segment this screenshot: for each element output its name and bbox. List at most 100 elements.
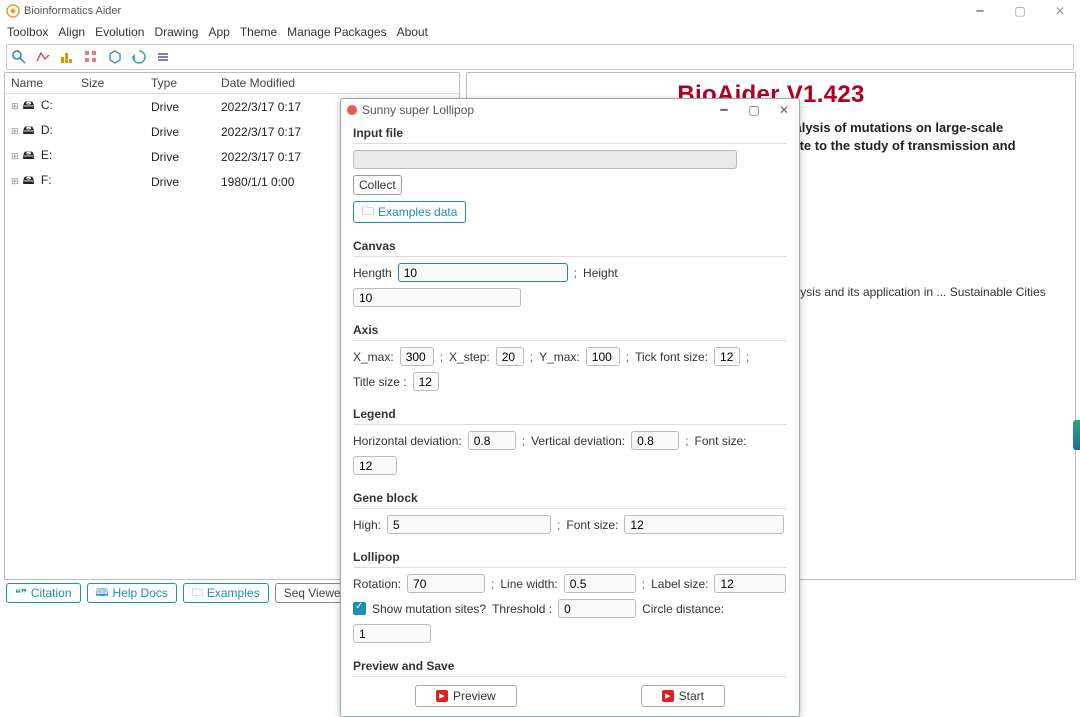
legend-font-input[interactable]	[353, 456, 397, 475]
examples-button[interactable]: 🗀Examples	[183, 583, 269, 603]
height-label: Height	[583, 266, 618, 280]
menu-app[interactable]: App	[205, 24, 232, 40]
menu-align[interactable]: Align	[55, 24, 88, 40]
titlesize-label: Title size :	[353, 375, 407, 389]
dialog-dot-icon	[347, 105, 357, 115]
show-mutation-label: Show mutation sites?	[372, 602, 486, 616]
dialog-maximize-button[interactable]: ▢	[739, 99, 769, 121]
dialog-titlebar[interactable]: Sunny super Lollipop ━ ▢ ✕	[341, 99, 799, 121]
xstep-input[interactable]	[496, 347, 524, 366]
threshold-input[interactable]	[558, 599, 636, 618]
hdev-input[interactable]	[468, 431, 516, 450]
threshold-label: Threshold :	[492, 602, 552, 616]
col-date[interactable]: Date Modified	[215, 73, 459, 94]
book-icon: 🕮	[96, 584, 109, 603]
height-input[interactable]	[353, 288, 521, 307]
gene-font-label: Font size:	[566, 518, 618, 532]
dialog-close-button[interactable]: ✕	[769, 99, 799, 121]
app-title: Bioinformatics Aider	[24, 5, 121, 17]
menu-toolbox[interactable]: Toolbox	[4, 24, 51, 40]
vdev-label: Vertical deviation:	[531, 434, 625, 448]
preview-button[interactable]: Preview	[415, 685, 517, 707]
gene-high-input[interactable]	[387, 515, 551, 534]
play-icon	[436, 690, 448, 702]
titlebar: Bioinformatics Aider	[0, 0, 1080, 22]
titlesize-input[interactable]	[413, 372, 439, 391]
rotation-input[interactable]	[407, 574, 485, 593]
lollipop-section-title: Lollipop	[353, 550, 787, 568]
start-button[interactable]: Start	[641, 685, 725, 707]
input-file-field[interactable]	[353, 150, 737, 169]
toolbar-icon-5[interactable]	[105, 47, 125, 67]
menubar: Toolbox Align Evolution Drawing App Them…	[0, 22, 1080, 42]
dialog-title: Sunny super Lollipop	[362, 103, 474, 117]
tickfont-input[interactable]	[714, 347, 740, 366]
close-button[interactable]: ✕	[1040, 0, 1080, 22]
toolbar-icon-4[interactable]	[81, 47, 101, 67]
menu-evolution[interactable]: Evolution	[92, 24, 147, 40]
play-icon	[662, 690, 674, 702]
side-handle[interactable]	[1073, 420, 1080, 450]
rotation-label: Rotation:	[353, 577, 401, 591]
helpdocs-label: Help Docs	[113, 586, 168, 600]
xmax-input[interactable]	[400, 347, 434, 366]
gene-section-title: Gene block	[353, 491, 787, 509]
hength-label: Hength	[353, 266, 392, 280]
xstep-label: X_step:	[449, 350, 490, 364]
labelsize-input[interactable]	[714, 574, 786, 593]
expander-icon[interactable]: ⊞	[11, 151, 19, 161]
menu-theme[interactable]: Theme	[237, 24, 280, 40]
tickfont-label: Tick font size:	[635, 350, 708, 364]
toolbar-icon-2[interactable]	[33, 47, 53, 67]
col-type[interactable]: Type	[145, 73, 215, 94]
axis-section-title: Axis	[353, 323, 787, 341]
helpdocs-button[interactable]: 🕮 Help Docs	[87, 583, 177, 603]
hength-input[interactable]	[398, 263, 568, 282]
ymax-label: Y_max:	[539, 350, 580, 364]
collect-label: Collect	[359, 178, 396, 192]
expander-icon[interactable]: ⊞	[11, 101, 19, 111]
toolbar-icon-1[interactable]	[9, 47, 29, 67]
menu-about[interactable]: About	[394, 24, 431, 40]
linewidth-label: Line width:	[500, 577, 557, 591]
minimize-button[interactable]: ━	[960, 0, 1000, 22]
drive-icon: 🖴	[22, 146, 36, 167]
menu-drawing[interactable]: Drawing	[151, 24, 201, 40]
collect-button[interactable]: Collect	[353, 175, 402, 195]
expander-icon[interactable]: ⊞	[11, 126, 19, 136]
legend-section-title: Legend	[353, 407, 787, 425]
canvas-section-title: Canvas	[353, 239, 787, 257]
gene-high-label: High:	[353, 518, 381, 532]
menu-manage-packages[interactable]: Manage Packages	[284, 24, 389, 40]
col-name[interactable]: Name	[5, 73, 75, 94]
preview-label: Preview	[453, 689, 496, 703]
citation-button[interactable]: ❝❞Citation	[6, 583, 81, 603]
toolbar-icon-7[interactable]	[153, 47, 173, 67]
toolbar-icon-3[interactable]	[57, 47, 77, 67]
folder-icon: 🗀	[362, 202, 374, 223]
linewidth-input[interactable]	[564, 574, 636, 593]
examples-data-button[interactable]: 🗀Examples data	[353, 201, 466, 223]
toolbar-icon-6[interactable]	[129, 47, 149, 67]
circledist-input[interactable]	[353, 624, 431, 643]
xmax-label: X_max:	[353, 350, 394, 364]
legend-font-label: Font size:	[694, 434, 746, 448]
ymax-input[interactable]	[586, 347, 620, 366]
quote-icon: ❝❞	[15, 587, 27, 600]
drive-icon: 🖴	[22, 121, 36, 142]
dialog-minimize-button[interactable]: ━	[709, 99, 739, 121]
start-label: Start	[679, 689, 704, 703]
labelsize-label: Label size:	[651, 577, 708, 591]
vdev-input[interactable]	[631, 431, 679, 450]
drive-icon: 🖴	[22, 96, 36, 117]
gene-font-input[interactable]	[624, 515, 784, 534]
expander-icon[interactable]: ⊞	[11, 176, 19, 186]
seqviewer-label: Seq Viewer	[284, 586, 345, 600]
col-size[interactable]: Size	[75, 73, 145, 94]
examples-label: Examples	[207, 586, 260, 600]
show-mutation-checkbox[interactable]	[353, 602, 366, 615]
preview-section-title: Preview and Save	[353, 659, 787, 677]
app-logo-icon	[6, 4, 20, 18]
maximize-button[interactable]: ▢	[1000, 0, 1040, 22]
toolbar	[6, 44, 1074, 70]
